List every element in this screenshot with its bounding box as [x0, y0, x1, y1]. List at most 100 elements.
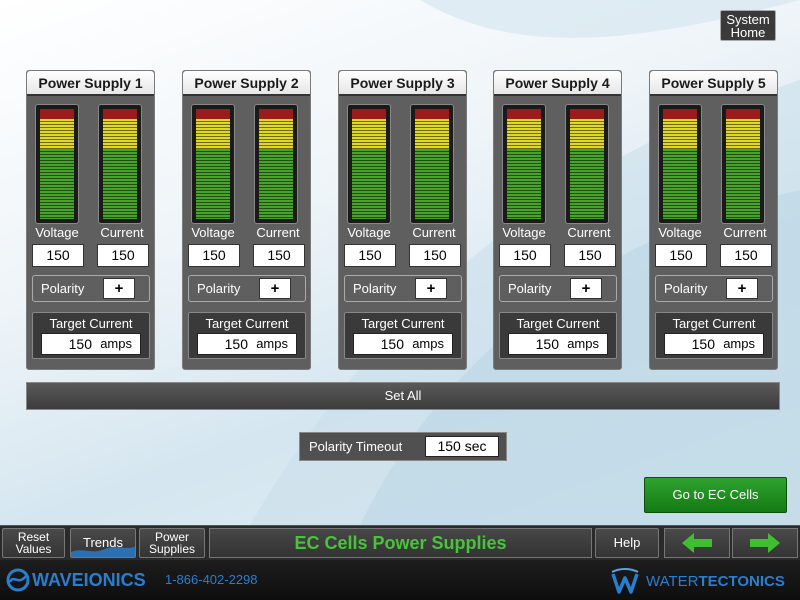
- watertectonics-brand: WATERTECTONICS: [646, 572, 785, 590]
- voltage-meter: [347, 104, 391, 224]
- polarity-row: Polarity +: [344, 275, 462, 302]
- target-current-input[interactable]: 150 amps: [508, 333, 608, 355]
- target-current-input[interactable]: 150 amps: [353, 333, 453, 355]
- power-supply-title: Power Supply 3: [339, 71, 466, 96]
- voltage-input[interactable]: 150: [655, 244, 707, 267]
- target-current-value: 150: [68, 336, 92, 352]
- polarity-label: Polarity: [508, 281, 552, 296]
- target-current-input[interactable]: 150 amps: [664, 333, 764, 355]
- polarity-row: Polarity +: [499, 275, 617, 302]
- left-arrow-icon: [682, 533, 712, 553]
- phone-number: 1-866-402-2298: [165, 572, 258, 587]
- polarity-toggle-button[interactable]: +: [415, 278, 447, 299]
- target-current-unit: amps: [723, 336, 755, 351]
- power-supplies-nav-button[interactable]: Power Supplies: [139, 528, 205, 558]
- right-arrow-icon: [750, 533, 780, 553]
- target-current-unit: amps: [100, 336, 132, 351]
- target-current-input[interactable]: 150 amps: [197, 333, 297, 355]
- polarity-toggle-button[interactable]: +: [259, 278, 291, 299]
- power-supply-panel: Power Supply 4 Voltage Current 150 150 P…: [493, 70, 622, 370]
- voltage-label: Voltage: [502, 225, 546, 240]
- current-meter: [254, 104, 298, 224]
- voltage-label: Voltage: [191, 225, 235, 240]
- current-label: Current: [100, 225, 144, 240]
- go-to-ec-cells-button[interactable]: Go to EC Cells: [644, 477, 787, 513]
- polarity-timeout-label: Polarity Timeout: [309, 439, 403, 454]
- voltage-meter: [658, 104, 702, 224]
- target-current-label: Target Current: [361, 316, 445, 331]
- current-input[interactable]: 150: [409, 244, 461, 267]
- polarity-toggle-button[interactable]: +: [103, 278, 135, 299]
- target-current-box: Target Current 150 amps: [188, 312, 306, 359]
- polarity-label: Polarity: [664, 281, 708, 296]
- target-current-unit: amps: [256, 336, 288, 351]
- power-supply-panel: Power Supply 5 Voltage Current 150 150 P…: [649, 70, 778, 370]
- current-label: Current: [256, 225, 300, 240]
- power-supply-title: Power Supply 4: [494, 71, 621, 96]
- current-meter: [565, 104, 609, 224]
- voltage-input[interactable]: 150: [32, 244, 84, 267]
- power-supply-panel: Power Supply 1 Voltage Current 150 150 P…: [26, 70, 155, 370]
- voltage-label: Voltage: [658, 225, 702, 240]
- power-supplies-line2: Supplies: [148, 542, 196, 556]
- target-current-value: 150: [691, 336, 715, 352]
- system-home-label-line2: Home: [730, 24, 766, 40]
- polarity-toggle-button[interactable]: +: [570, 278, 602, 299]
- voltage-input[interactable]: 150: [188, 244, 240, 267]
- target-current-label: Target Current: [516, 316, 600, 331]
- target-current-unit: amps: [412, 336, 444, 351]
- voltage-meter: [35, 104, 79, 224]
- target-current-box: Target Current 150 amps: [344, 312, 462, 359]
- forward-arrow-button[interactable]: [732, 528, 798, 558]
- polarity-timeout-box: Polarity Timeout 150 sec: [299, 432, 507, 461]
- system-home-button[interactable]: System Home: [720, 10, 776, 41]
- current-label: Current: [723, 225, 767, 240]
- current-label: Current: [412, 225, 456, 240]
- target-current-box: Target Current 150 amps: [499, 312, 617, 359]
- help-label: Help: [613, 535, 641, 550]
- set-all-button[interactable]: Set All: [26, 382, 780, 410]
- trends-label: Trends: [83, 535, 123, 550]
- voltage-input[interactable]: 150: [344, 244, 396, 267]
- polarity-row: Polarity +: [32, 275, 150, 302]
- target-current-input[interactable]: 150 amps: [41, 333, 141, 355]
- current-input[interactable]: 150: [97, 244, 149, 267]
- power-supply-title: Power Supply 1: [27, 71, 154, 96]
- reset-values-button[interactable]: Reset Values: [2, 528, 65, 558]
- target-current-value: 150: [380, 336, 404, 352]
- polarity-label: Polarity: [41, 281, 85, 296]
- trends-button[interactable]: Trends: [70, 528, 136, 558]
- voltage-label: Voltage: [347, 225, 391, 240]
- target-current-label: Target Current: [672, 316, 756, 331]
- voltage-label: Voltage: [35, 225, 79, 240]
- current-input[interactable]: 150: [253, 244, 305, 267]
- current-input[interactable]: 150: [564, 244, 616, 267]
- page-title: EC Cells Power Supplies: [209, 528, 592, 558]
- help-button[interactable]: Help: [595, 528, 659, 558]
- watertectonics-logo: WATERTECTONICS: [610, 566, 785, 596]
- current-meter: [410, 104, 454, 224]
- target-current-box: Target Current 150 amps: [32, 312, 150, 359]
- target-current-value: 150: [535, 336, 559, 352]
- power-supply-panel: Power Supply 3 Voltage Current 150 150 P…: [338, 70, 467, 370]
- target-current-unit: amps: [567, 336, 599, 351]
- footer: WAVEIONICS 1-866-402-2298 WATERTECTONICS: [0, 560, 800, 600]
- polarity-label: Polarity: [197, 281, 241, 296]
- back-arrow-button[interactable]: [664, 528, 730, 558]
- target-current-value: 150: [224, 336, 248, 352]
- polarity-toggle-button[interactable]: +: [726, 278, 758, 299]
- bottom-nav-bar: Reset Values Trends Power Supplies EC Ce…: [0, 525, 800, 560]
- polarity-label: Polarity: [353, 281, 397, 296]
- reset-values-line2: Values: [15, 542, 52, 556]
- voltage-input[interactable]: 150: [499, 244, 551, 267]
- polarity-row: Polarity +: [188, 275, 306, 302]
- polarity-timeout-input[interactable]: 150 sec: [425, 436, 499, 457]
- current-meter: [98, 104, 142, 224]
- waveionics-logo: WAVEIONICS: [6, 567, 146, 593]
- target-current-box: Target Current 150 amps: [655, 312, 773, 359]
- power-supply-title: Power Supply 2: [183, 71, 310, 96]
- current-meter: [721, 104, 765, 224]
- current-input[interactable]: 150: [720, 244, 772, 267]
- waveionics-brand: WAVEIONICS: [32, 569, 146, 590]
- voltage-meter: [191, 104, 235, 224]
